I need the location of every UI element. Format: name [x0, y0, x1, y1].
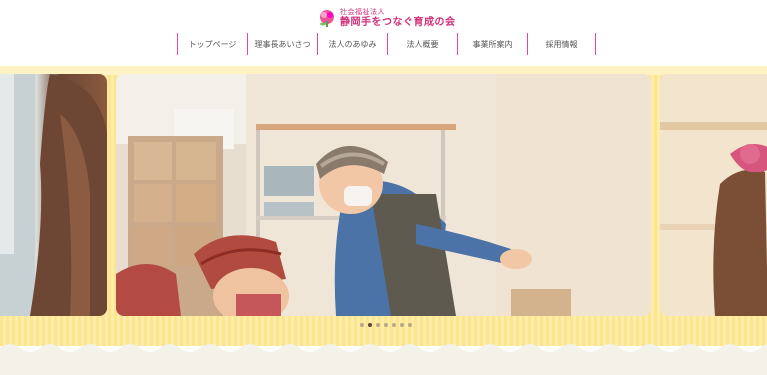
slider-dot-active[interactable]	[368, 323, 372, 327]
slider-dot[interactable]	[384, 323, 388, 327]
slide-current[interactable]	[116, 74, 651, 316]
nav-item-facilities[interactable]: 事業所案内	[457, 33, 527, 55]
slider-dot[interactable]	[400, 323, 404, 327]
slide-current-photo	[116, 74, 651, 316]
nav-item-overview[interactable]: 法人概要	[387, 33, 457, 55]
slider-dot[interactable]	[408, 323, 412, 327]
global-nav: トップページ 理事長あいさつ 法人のあゆみ 法人概要 事業所案内 採用情報	[177, 33, 596, 55]
slide-next[interactable]	[660, 74, 767, 316]
slider-dot[interactable]	[360, 323, 364, 327]
slider-pagination	[360, 323, 412, 327]
slider-dot[interactable]	[392, 323, 396, 327]
logo-flower-icon	[318, 9, 336, 27]
slide-prev-photo	[0, 74, 107, 316]
nav-item-top[interactable]: トップページ	[177, 33, 247, 55]
slide-next-photo	[660, 74, 767, 316]
org-name: 静岡手をつなぐ育成の会	[340, 16, 456, 28]
site-logo[interactable]: 社会福祉法人 静岡手をつなぐ育成の会	[318, 6, 456, 30]
slide-prev[interactable]	[0, 74, 107, 316]
slider-dot[interactable]	[376, 323, 380, 327]
nav-item-greeting[interactable]: 理事長あいさつ	[247, 33, 317, 55]
site-header: 社会福祉法人 静岡手をつなぐ育成の会 トップページ 理事長あいさつ 法人のあゆみ…	[0, 0, 767, 66]
nav-item-history[interactable]: 法人のあゆみ	[317, 33, 387, 55]
org-type: 社会福祉法人	[340, 7, 385, 16]
wave-divider	[0, 344, 767, 375]
nav-item-recruit[interactable]: 採用情報	[527, 33, 596, 55]
